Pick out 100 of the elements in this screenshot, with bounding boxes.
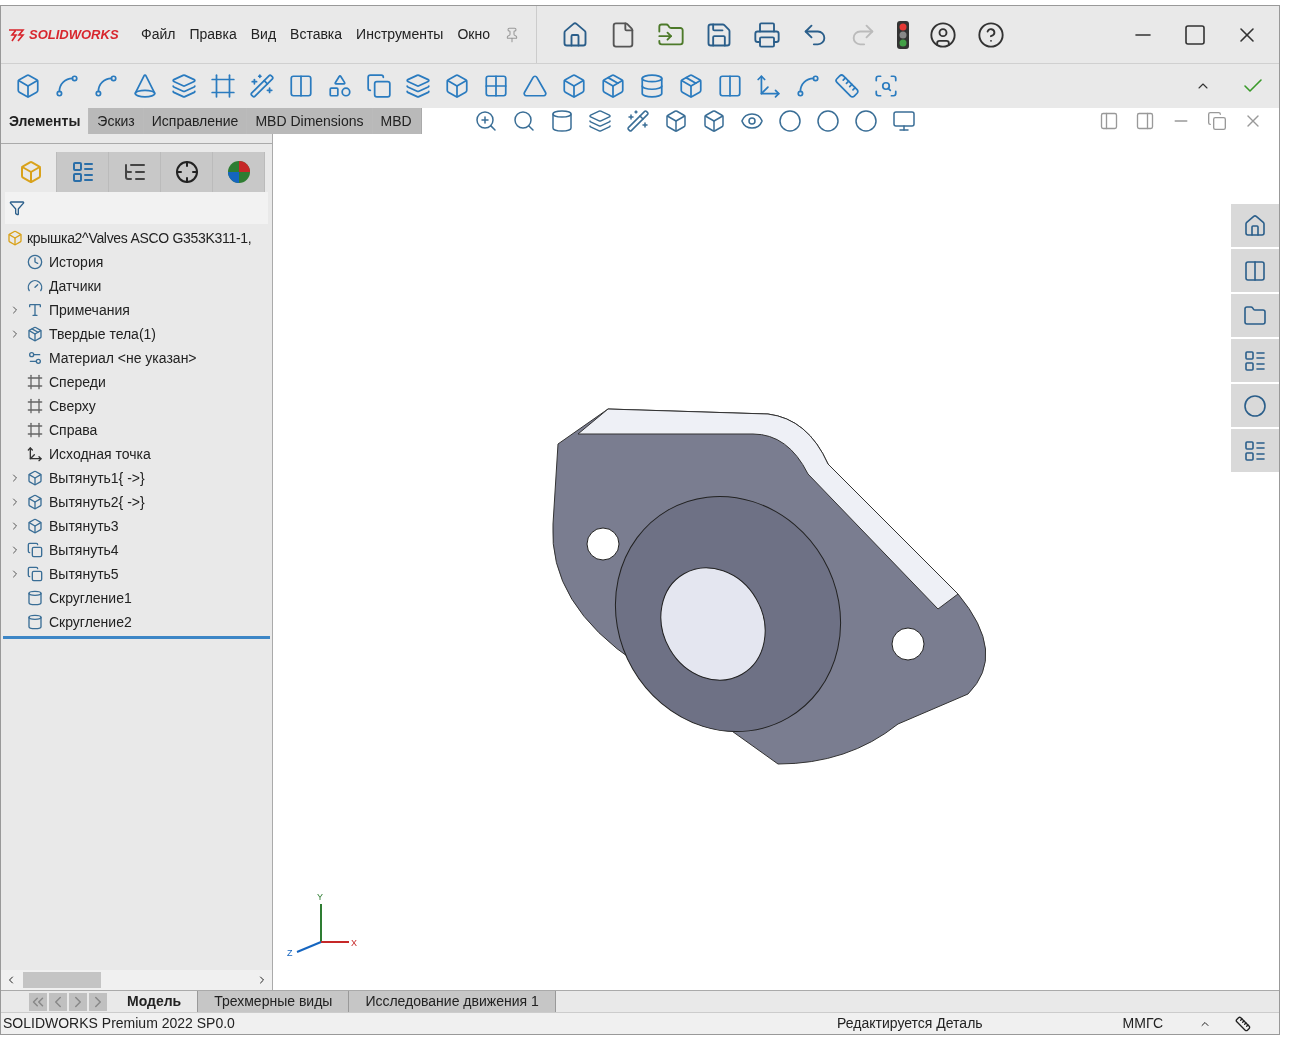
feature-tool-icon[interactable] <box>717 73 743 99</box>
task-pane-tab[interactable] <box>1231 204 1279 247</box>
tree-item[interactable]: Датчики <box>49 275 102 297</box>
list-icon <box>70 160 95 184</box>
feature-tool-icon[interactable] <box>132 73 158 99</box>
command-tab[interactable]: Эскиз <box>89 108 144 134</box>
feature-tool-icon[interactable] <box>483 73 509 99</box>
tree-item[interactable]: Вытянуть2{ ->} <box>49 491 145 513</box>
traffic-light-icon[interactable] <box>896 20 909 49</box>
feature-tool-icon[interactable] <box>93 73 119 99</box>
maximize-icon[interactable] <box>1183 22 1207 47</box>
feature-tool-icon[interactable] <box>54 73 80 99</box>
plane-icon <box>27 422 43 438</box>
view-tool-icon[interactable] <box>853 109 878 133</box>
task-pane-icon <box>1243 348 1267 373</box>
menu-item[interactable]: Окно <box>457 24 490 45</box>
view-tool-icon[interactable] <box>815 109 840 133</box>
view-tool-icon[interactable] <box>701 109 726 133</box>
tree-item[interactable]: Вытянуть3 <box>49 515 119 537</box>
tree-item[interactable]: Исходная точка <box>49 443 151 465</box>
part-icon <box>7 230 23 246</box>
panel-right-icon[interactable] <box>1135 111 1155 131</box>
feature-tool-icon[interactable] <box>210 73 236 99</box>
tree-root[interactable]: крышка2^Valves ASCO G353K311-1, <box>27 227 252 249</box>
tree-item[interactable]: Справа <box>49 419 98 441</box>
feature-tool-icon[interactable] <box>795 73 821 99</box>
task-pane-tab[interactable] <box>1231 294 1279 337</box>
axis-triad-drawing: Y X Z <box>285 890 365 960</box>
tab-scroll-icon[interactable] <box>69 992 87 1011</box>
view-tool-icon[interactable] <box>625 109 650 133</box>
extrude-icon <box>27 494 43 510</box>
units-indicator[interactable]: ММГС <box>1122 1013 1163 1034</box>
feature-tool-icon[interactable] <box>678 73 704 99</box>
feature-tool-icon[interactable] <box>15 73 41 99</box>
tree-item[interactable]: Скругление1 <box>49 587 132 609</box>
task-pane-tab[interactable] <box>1231 429 1279 472</box>
panel-tab[interactable] <box>161 152 213 192</box>
origin-icon <box>27 446 43 462</box>
filter-field[interactable] <box>5 192 268 224</box>
feature-tool-icon[interactable] <box>444 73 470 99</box>
feature-tool-icon[interactable] <box>288 73 314 99</box>
view-tool-icon[interactable] <box>663 109 688 133</box>
command-tab[interactable]: Исправление <box>143 108 248 134</box>
measure-icon[interactable] <box>1235 1015 1251 1032</box>
feature-tool-icon[interactable] <box>327 73 353 99</box>
feature-tool-icon[interactable] <box>405 73 431 99</box>
panel-left-icon[interactable] <box>1099 111 1119 131</box>
status-text: SOLIDWORKS Premium 2022 SP0.0 <box>3 1014 235 1033</box>
plane-icon <box>27 374 43 390</box>
feature-tool-icon[interactable] <box>600 73 626 99</box>
feature-tool-icon[interactable] <box>522 73 548 99</box>
feature-tool-icon[interactable] <box>639 73 665 99</box>
menu-item[interactable]: Вид <box>250 24 277 45</box>
task-pane-tab[interactable] <box>1231 339 1279 382</box>
model-tab[interactable]: Исследование движения 1 <box>349 991 556 1012</box>
tree-item[interactable]: Материал <не указан> <box>49 347 197 369</box>
feature-tool-icon[interactable] <box>873 73 899 99</box>
task-pane-tab[interactable] <box>1231 249 1279 292</box>
tree-item[interactable]: Твердые тела(1) <box>49 323 157 345</box>
command-tab[interactable]: MBD Dimensions <box>247 108 373 134</box>
tree-item[interactable]: Скругление2 <box>49 611 132 633</box>
task-pane-icon <box>1243 303 1267 328</box>
view-tool-icon[interactable] <box>549 109 574 133</box>
tab-scroll-icon[interactable] <box>29 992 47 1011</box>
view-tool-icon[interactable] <box>777 109 802 133</box>
tab-scroll-icon[interactable] <box>49 992 67 1011</box>
feature-tool-icon[interactable] <box>171 73 197 99</box>
tree-item[interactable]: Вытянуть1{ ->} <box>49 467 145 489</box>
user-icon[interactable] <box>928 20 957 49</box>
history-icon <box>27 254 43 270</box>
model-tab[interactable]: Трехмерные виды <box>198 991 350 1012</box>
feature-tool-icon[interactable] <box>249 73 275 99</box>
status-text: Редактируется Деталь <box>837 1014 983 1033</box>
tab-scroll-icon[interactable] <box>89 992 107 1011</box>
horizontal-scrollbar[interactable] <box>1 970 272 990</box>
command-tab[interactable]: MBD <box>372 108 421 134</box>
menu-item[interactable]: Правка <box>189 24 237 45</box>
restore-icon[interactable] <box>1207 111 1227 131</box>
menu-item[interactable]: Файл <box>141 24 176 45</box>
print-icon[interactable] <box>752 20 781 49</box>
tree-item[interactable]: Спереди <box>49 371 106 393</box>
view-tool-icon[interactable] <box>891 109 916 133</box>
feature-tool-icon[interactable] <box>756 73 782 99</box>
task-pane-tab[interactable] <box>1231 384 1279 427</box>
view-tool-icon[interactable] <box>511 109 536 133</box>
menu-item[interactable]: Инструменты <box>356 24 444 45</box>
menu-item[interactable]: Вставка <box>290 24 343 45</box>
tree-item[interactable]: Примечания <box>49 299 130 321</box>
help-icon[interactable] <box>976 20 1005 49</box>
fillet-icon <box>27 590 43 606</box>
tree-item[interactable]: Вытянуть4 <box>49 539 119 561</box>
tree-item[interactable]: История <box>49 251 104 273</box>
view-tool-icon[interactable] <box>473 109 498 133</box>
panel-tab[interactable] <box>109 152 161 192</box>
feature-tool-icon[interactable] <box>561 73 587 99</box>
tree-item[interactable]: Сверху <box>49 395 96 417</box>
feature-tool-icon[interactable] <box>366 73 392 99</box>
feature-tool-icon[interactable] <box>834 73 860 99</box>
view-tool-icon[interactable] <box>587 109 612 133</box>
tree-item[interactable]: Вытянуть5 <box>49 563 119 585</box>
